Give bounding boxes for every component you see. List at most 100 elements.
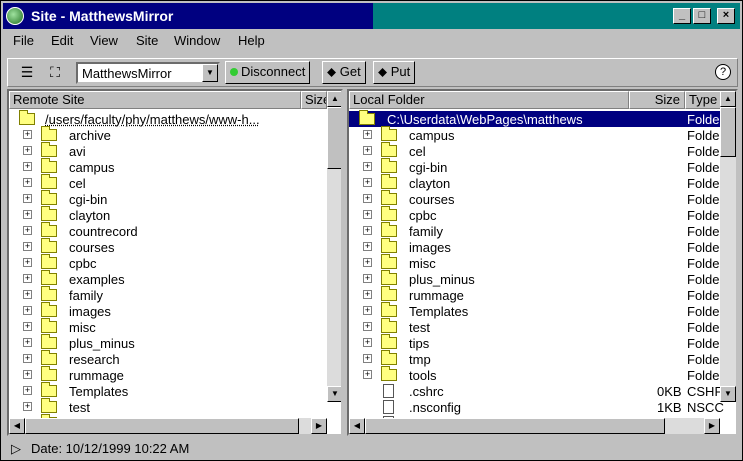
local-vertical-scrollbar[interactable]: ▲ ▼ [720, 91, 736, 402]
expand-plus-icon[interactable]: + [23, 322, 32, 331]
remote-folder-row[interactable]: + research [9, 350, 327, 367]
scroll-down-icon[interactable]: ▼ [327, 386, 341, 402]
remote-folder-row[interactable]: + archive [9, 126, 327, 143]
expand-plus-icon[interactable]: + [363, 242, 372, 251]
expand-plus-icon[interactable]: + [363, 370, 372, 379]
local-folder-row[interactable]: + tools Folde [349, 366, 721, 383]
expand-plus-icon[interactable]: + [23, 226, 32, 235]
remote-folder-row[interactable]: + rummage [9, 366, 327, 383]
expand-plus-icon[interactable]: + [23, 370, 32, 379]
expand-plus-icon[interactable]: + [23, 178, 32, 187]
maximize-button[interactable]: □ [693, 8, 711, 24]
local-size-column-header[interactable]: Size [629, 91, 685, 109]
scroll-down-icon[interactable]: ▼ [720, 386, 736, 402]
expand-plus-icon[interactable]: + [23, 242, 32, 251]
scroll-left-icon[interactable]: ◀ [9, 418, 25, 434]
remote-name-column-header[interactable]: Remote Site [9, 91, 301, 109]
expand-plus-icon[interactable]: + [363, 258, 372, 267]
expand-plus-icon[interactable]: + [363, 178, 372, 187]
menu-help[interactable]: Help [238, 33, 265, 48]
expand-plus-icon[interactable]: + [363, 210, 372, 219]
get-button[interactable]: ⬥ Get [322, 61, 366, 84]
expand-plus-icon[interactable]: + [363, 274, 372, 283]
remote-size-column-header[interactable]: Size [301, 91, 327, 109]
expand-plus-icon[interactable]: + [363, 194, 372, 203]
remote-root-row[interactable]: /users/faculty/phy/matthews/www-h... [9, 110, 327, 127]
local-file-row[interactable]: .cshrc 0KB CSHF [349, 383, 722, 399]
local-folder-row[interactable]: + cgi-bin Folde [349, 158, 721, 175]
expand-plus-icon[interactable]: + [23, 130, 32, 139]
scroll-left-icon[interactable]: ◀ [349, 418, 365, 434]
local-folder-row[interactable]: + courses Folde [349, 190, 721, 207]
scroll-thumb[interactable] [25, 418, 299, 434]
expand-plus-icon[interactable]: + [23, 274, 32, 283]
menu-view[interactable]: View [90, 33, 118, 48]
expand-plus-icon[interactable]: + [23, 402, 32, 411]
scroll-up-icon[interactable]: ▲ [327, 91, 341, 107]
expand-plus-icon[interactable]: + [23, 386, 32, 395]
remote-folder-row[interactable]: + Templates [9, 382, 327, 399]
remote-folder-row[interactable]: + test [9, 398, 327, 415]
menu-file[interactable]: File [13, 33, 34, 48]
remote-vertical-scrollbar[interactable]: ▲ ▼ [327, 91, 341, 402]
local-folder-row[interactable]: + plus_minus Folde [349, 270, 721, 287]
local-folder-row[interactable]: + misc Folde [349, 254, 721, 271]
list-view-icon[interactable]: ☰ [16, 62, 38, 82]
local-type-column-header[interactable]: Type [685, 91, 723, 109]
remote-folder-row[interactable]: + countrecord [9, 222, 327, 239]
remote-folder-row[interactable]: + images [9, 302, 327, 319]
expand-icon[interactable]: ▷ [11, 441, 21, 457]
expand-plus-icon[interactable]: + [363, 354, 372, 363]
remote-folder-row[interactable]: + misc [9, 318, 327, 335]
site-select[interactable]: MatthewsMirror ▼ [76, 62, 220, 84]
expand-plus-icon[interactable]: + [23, 146, 32, 155]
expand-plus-icon[interactable]: + [23, 210, 32, 219]
expand-plus-icon[interactable]: + [363, 130, 372, 139]
local-folder-row[interactable]: + cel Folde [349, 142, 721, 159]
scroll-thumb[interactable] [720, 107, 736, 157]
remote-folder-row[interactable]: + plus_minus [9, 334, 327, 351]
expand-plus-icon[interactable]: + [23, 290, 32, 299]
expand-plus-icon[interactable]: + [363, 162, 372, 171]
remote-folder-row[interactable]: + family [9, 286, 327, 303]
expand-plus-icon[interactable]: + [23, 306, 32, 315]
local-horizontal-scrollbar[interactable]: ◀ ▶ [349, 418, 720, 434]
close-button[interactable]: × [717, 8, 735, 24]
chevron-down-icon[interactable]: ▼ [202, 64, 218, 82]
remote-horizontal-scrollbar[interactable]: ◀ ▶ [9, 418, 327, 434]
expand-plus-icon[interactable]: + [363, 290, 372, 299]
scroll-right-icon[interactable]: ▶ [704, 418, 720, 434]
expand-plus-icon[interactable]: + [363, 306, 372, 315]
remote-folder-row[interactable]: + examples [9, 270, 327, 287]
site-map-icon[interactable]: ⛶ [44, 62, 66, 82]
expand-plus-icon[interactable]: + [363, 322, 372, 331]
remote-folder-row[interactable]: + avi [9, 142, 327, 159]
expand-plus-icon[interactable]: + [23, 258, 32, 267]
remote-folder-row[interactable]: + courses [9, 238, 327, 255]
expand-plus-icon[interactable]: + [23, 162, 32, 171]
title-bar[interactable]: Site - MatthewsMirror _ □ × [3, 3, 740, 29]
expand-plus-icon[interactable]: + [363, 338, 372, 347]
scroll-thumb[interactable] [327, 107, 341, 169]
expand-plus-icon[interactable]: + [363, 146, 372, 155]
expand-plus-icon[interactable]: + [23, 354, 32, 363]
menu-edit[interactable]: Edit [51, 33, 73, 48]
local-folder-row[interactable]: + cpbc Folde [349, 206, 721, 223]
local-folder-row[interactable]: + images Folde [349, 238, 721, 255]
menu-site[interactable]: Site [136, 33, 158, 48]
scroll-thumb[interactable] [365, 418, 665, 434]
local-folder-row[interactable]: + campus Folde [349, 126, 721, 143]
expand-plus-icon[interactable]: + [23, 338, 32, 347]
scroll-up-icon[interactable]: ▲ [720, 91, 736, 107]
minimize-button[interactable]: _ [673, 8, 691, 24]
local-folder-row[interactable]: + family Folde [349, 222, 721, 239]
expand-plus-icon[interactable]: + [23, 194, 32, 203]
remote-folder-row[interactable]: + campus [9, 158, 327, 175]
local-folder-row[interactable]: + tips Folde [349, 334, 721, 351]
local-folder-row[interactable]: + rummage Folde [349, 286, 721, 303]
menu-window[interactable]: Window [174, 33, 220, 48]
local-name-column-header[interactable]: Local Folder [349, 91, 629, 109]
disconnect-button[interactable]: Disconnect [225, 61, 311, 84]
local-folder-row[interactable]: + Templates Folde [349, 302, 721, 319]
expand-plus-icon[interactable]: + [363, 226, 372, 235]
